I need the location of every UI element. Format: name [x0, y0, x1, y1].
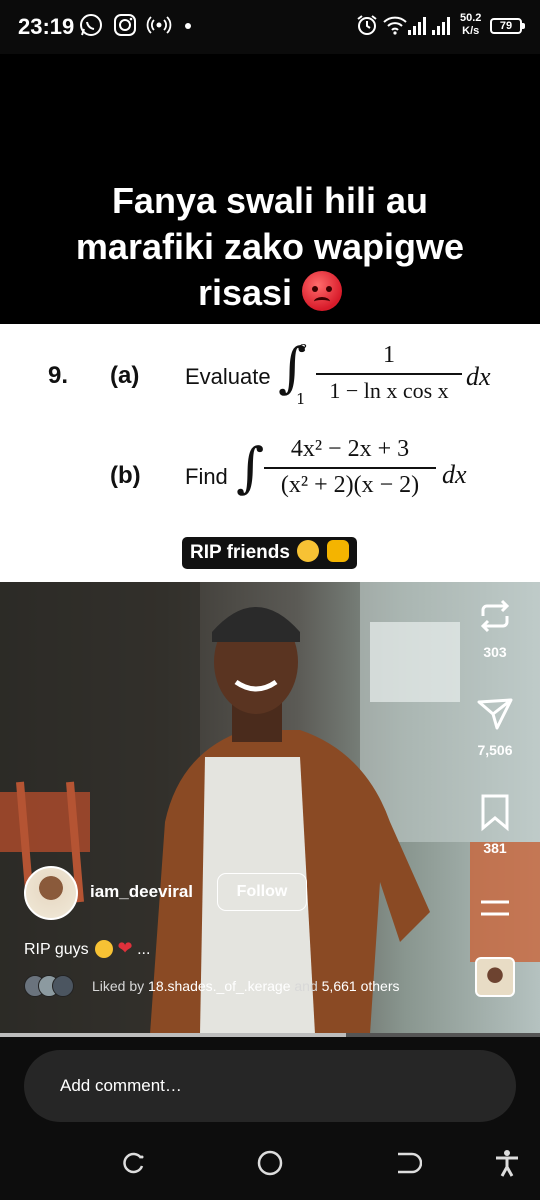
video-scene: [0, 582, 540, 1034]
save-button[interactable]: 381: [460, 792, 530, 856]
reel-video[interactable]: [0, 582, 540, 1034]
paper-plane-icon: [477, 698, 513, 730]
post-caption-text: RIP guys: [24, 941, 89, 958]
battery-icon: 79: [490, 18, 525, 34]
hotspot-icon: [146, 16, 172, 34]
differential-a: dx: [466, 362, 491, 391]
status-bar: 23:19 50.2 K/s 79: [0, 0, 540, 54]
share-count: 7,506: [477, 742, 513, 758]
network-speed: 50.2 K/s: [460, 12, 481, 38]
signal-icon: [408, 17, 450, 35]
liker-avatar-3: [52, 975, 74, 997]
upper-limit-a: e: [298, 338, 307, 356]
alarm-icon: [357, 15, 377, 35]
question-number: 9.: [48, 362, 69, 389]
fraction-b: 4x² − 2x + 3 (x² + 2)(x − 2): [264, 436, 436, 499]
fraction-b-numerator: 4x² − 2x + 3: [290, 436, 410, 462]
follow-button[interactable]: Follow: [217, 873, 307, 911]
repost-button[interactable]: 303: [460, 596, 530, 660]
audio-thumbnail[interactable]: [475, 957, 515, 997]
raised-hands-icon: [326, 540, 349, 562]
rip-badge: RIP friends: [182, 537, 357, 569]
like-count: 5,662: [477, 448, 513, 464]
username[interactable]: iam_deeviral: [90, 882, 193, 902]
caption-line-1: Fanya swali hili au: [111, 180, 429, 221]
liked-prefix: Liked by: [92, 978, 145, 994]
fraction-a-numerator: 1: [383, 342, 395, 368]
status-time: 23:19: [18, 14, 75, 39]
differential-b: dx: [442, 460, 467, 489]
bookmark-icon: [481, 794, 509, 832]
part-b-verb: Find: [185, 464, 228, 489]
network-speed-value: 50.2: [460, 12, 482, 24]
broken-heart-icon: ❤: [117, 938, 133, 958]
save-count: 381: [483, 840, 507, 856]
liked-by-avatars: [24, 975, 84, 999]
lower-limit-a: 1: [296, 390, 306, 408]
liked-others[interactable]: 5,661 others: [322, 978, 400, 994]
part-a-verb: Evaluate: [185, 364, 271, 389]
post-caption[interactable]: RIP guys ❤ ...: [24, 938, 150, 959]
fraction-b-denominator: (x² + 2)(x − 2): [280, 472, 420, 498]
recents-icon[interactable]: [119, 1148, 149, 1178]
instagram-icon: [114, 14, 136, 36]
heart-icon: [477, 404, 513, 437]
part-a-label: (a): [110, 362, 140, 389]
whatsapp-icon: [80, 14, 102, 36]
liked-by-text[interactable]: Liked by 18.shades._of_.kerage and 5,661…: [92, 978, 399, 994]
comment-button[interactable]: 477: [460, 498, 530, 562]
reel-caption: Fanya swali hili au marafiki zako wapigw…: [0, 178, 540, 316]
network-speed-unit: K/s: [462, 25, 480, 37]
laughing-face-icon: [95, 940, 114, 958]
caption-more[interactable]: ...: [137, 941, 150, 958]
fraction-a: 1 1 − ln x cos x: [316, 342, 462, 404]
math-question-panel: 9. (a) Evaluate ∫ e 1 1 1 − ln x cos x d…: [0, 324, 540, 582]
laughing-face-icon: [297, 540, 320, 562]
rip-badge-text: RIP friends: [190, 542, 290, 563]
integral-sign-b: ∫: [236, 436, 265, 499]
wifi-icon: [383, 16, 407, 35]
fraction-a-denominator: 1 − ln x cos x: [329, 378, 449, 403]
comment-bubble-icon: [481, 501, 514, 535]
notification-dot-icon: [185, 23, 191, 29]
avatar[interactable]: [24, 866, 78, 920]
back-icon[interactable]: [392, 1148, 422, 1178]
accessibility-icon[interactable]: [492, 1148, 522, 1178]
battery-level: 79: [499, 20, 513, 32]
caption-line-3-text: risasi: [197, 272, 293, 313]
angry-face-icon: [302, 271, 343, 311]
comment-count: 477: [483, 546, 507, 562]
repost-count: 303: [483, 644, 507, 660]
repost-icon: [480, 599, 510, 633]
part-b-label: (b): [110, 462, 141, 489]
add-comment-input[interactable]: Add comment…: [24, 1050, 516, 1122]
home-icon[interactable]: [255, 1148, 285, 1178]
more-options-button[interactable]: [460, 890, 530, 930]
share-button[interactable]: 7,506: [460, 694, 530, 758]
liked-user[interactable]: 18.shades._of_.kerage: [148, 978, 290, 994]
more-lines-icon: [481, 900, 509, 916]
liked-suffix: and: [294, 978, 318, 994]
caption-line-3: risasi: [0, 270, 540, 316]
caption-line-2: marafiki zako wapigwe: [75, 226, 465, 267]
like-button[interactable]: 5,662: [460, 400, 530, 464]
